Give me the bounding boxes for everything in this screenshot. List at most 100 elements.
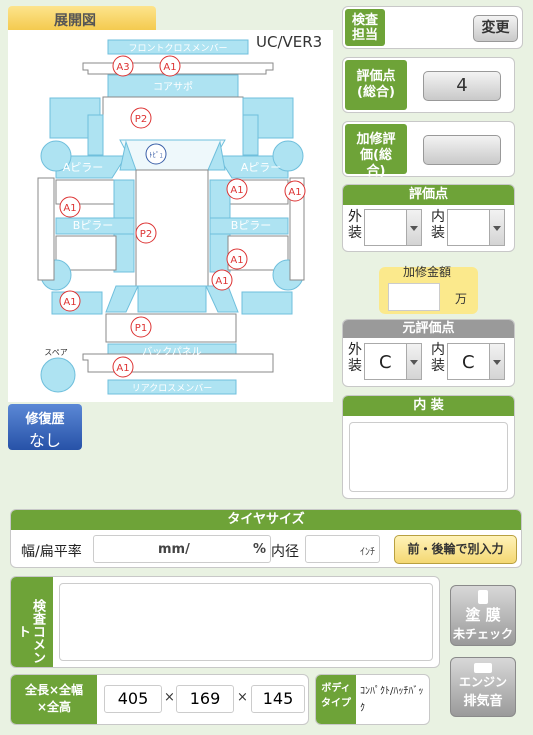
engine-button-line1: エンジン [458, 675, 507, 689]
damage-mark[interactable]: A1 [63, 297, 76, 308]
rear-cross-member-label: リアクロスメンバー [132, 383, 213, 394]
dimensions-panel: 全長×全幅×全高 405 × 169 × 145 [10, 674, 309, 725]
left-side-panel[interactable] [37, 177, 55, 281]
dimension-separator: × [164, 690, 175, 705]
score-exterior-label: 外装 [348, 209, 362, 241]
back-panel-label: バックパネル [142, 346, 202, 358]
comment-label: 検査コメント [11, 577, 53, 667]
trunk[interactable] [105, 313, 237, 343]
repair-score-label: 加修評価(総合) [345, 124, 407, 179]
repair-score-button[interactable] [423, 135, 501, 165]
overall-score-label: 評価点(総合) [345, 60, 407, 110]
original-interior-label: 内装 [431, 342, 445, 374]
tire-separate-button[interactable]: 前・後輪で別入力 [394, 535, 517, 564]
height-input[interactable]: 145 [251, 685, 305, 713]
core-support-label: コアサポ [153, 81, 193, 93]
damage-mark[interactable]: A1 [230, 255, 243, 266]
dimension-separator: × [237, 690, 248, 705]
right-a-pillar-label: Aピラー [241, 161, 282, 174]
tire-header: タイヤサイズ [11, 510, 521, 530]
right-apron[interactable] [242, 114, 259, 156]
damage-mark[interactable]: A1 [288, 187, 301, 198]
original-score-header: 元評価点 [343, 320, 514, 338]
damage-mark[interactable]: A1 [230, 185, 243, 196]
damage-mark[interactable]: A1 [63, 203, 76, 214]
right-rear-quarter[interactable] [241, 291, 293, 315]
tire-percent-unit: % [252, 542, 266, 557]
repair-amount-unit: 万 [455, 292, 468, 306]
car-damage-diagram[interactable]: フロントクロスメンバー コアサポ Aピラー Aピラー Bピラー Bピラー バック… [8, 30, 333, 402]
body-type-label: ボディタイプ [316, 675, 356, 724]
repair-amount-input[interactable] [388, 283, 440, 311]
right-b-pillar-label: Bピラー [231, 219, 272, 232]
damage-mark[interactable]: A1 [116, 363, 129, 374]
comment-label-text: 検査コメント [15, 598, 45, 664]
front-cross-member-label: フロントクロスメンバー [128, 43, 227, 54]
repair-history-value: なし [28, 431, 61, 450]
repair-amount-panel: 加修金額 万 [379, 259, 478, 314]
damage-mark[interactable]: P1 [135, 323, 147, 334]
diagram-version: UC/VER3 [256, 33, 323, 51]
comment-textarea[interactable] [59, 583, 433, 661]
interior-header: 内 装 [343, 396, 514, 416]
repair-history-button[interactable]: 修復歴 なし [8, 404, 82, 450]
chevron-down-icon [489, 344, 504, 379]
rear-window[interactable] [137, 285, 207, 313]
score-exterior-select[interactable] [364, 209, 422, 246]
width-input[interactable]: 169 [176, 685, 234, 713]
tire-width-input[interactable]: mm/ % [93, 535, 271, 563]
car-body-svg[interactable]: フロントクロスメンバー コアサポ Aピラー Aピラー Bピラー Bピラー バック… [8, 30, 333, 402]
repair-score-panel: 加修評価(総合) [342, 121, 515, 179]
original-exterior-select[interactable]: C [364, 343, 422, 380]
score-header: 評価点 [343, 185, 514, 205]
engine-sound-button[interactable]: エンジン 排気音 [450, 657, 516, 717]
overall-score-button[interactable]: 4 [423, 71, 501, 101]
spare-tire[interactable] [40, 357, 76, 393]
inspector-label: 検査担当 [345, 9, 385, 46]
tire-width-label: 幅/扁平率 [21, 544, 82, 560]
diagram-tab[interactable]: 展開図 [8, 6, 156, 32]
damage-mark[interactable]: A1 [163, 62, 176, 73]
tire-inner-input[interactable]: ｲﾝﾁ [305, 535, 380, 563]
repair-amount-label: 加修金額 [403, 265, 452, 279]
spare-label: スペア [44, 348, 67, 357]
original-exterior-label: 外装 [348, 342, 362, 374]
left-b-pillar-label: Bピラー [73, 219, 114, 232]
engine-icon [474, 663, 492, 673]
chevron-down-icon [406, 344, 421, 379]
paint-button-line1: 塗 膜 [465, 606, 501, 624]
paint-gun-icon [478, 590, 488, 604]
tire-inner-label: 内径 [271, 544, 299, 560]
interior-panel: 内 装 [342, 395, 515, 499]
original-exterior-value: C [379, 352, 392, 373]
score-interior-select[interactable] [447, 209, 505, 246]
damage-mark[interactable]: A3 [116, 62, 129, 73]
engine-button-line2: 排気音 [463, 694, 503, 709]
chevron-down-icon [489, 210, 504, 245]
windshield[interactable] [119, 139, 226, 171]
damage-mark[interactable]: P2 [135, 114, 147, 125]
score-panel: 評価点 外装 内装 [342, 184, 515, 252]
body-type-value[interactable]: ｺﾝﾊﾟｸﾄ/ﾊｯﾁﾊﾞｯｸ [360, 683, 428, 717]
paint-button-line2: 未チェック [452, 627, 513, 641]
body-type-panel: ボディタイプ ｺﾝﾊﾟｸﾄ/ﾊｯﾁﾊﾞｯｸ [315, 674, 430, 725]
left-c-pillar[interactable] [105, 285, 139, 313]
interior-textarea[interactable] [349, 422, 508, 492]
damage-mark[interactable]: P2 [140, 229, 152, 240]
tire-panel: タイヤサイズ 幅/扁平率 mm/ % 内径 ｲﾝﾁ 前・後輪で別入力 [10, 509, 522, 568]
left-a-pillar-label: Aピラー [63, 161, 104, 174]
length-input[interactable]: 405 [104, 685, 162, 713]
original-interior-select[interactable]: C [447, 343, 505, 380]
left-apron[interactable] [87, 114, 104, 156]
change-inspector-button[interactable]: 変更 [473, 15, 518, 42]
chevron-down-icon [406, 210, 421, 245]
original-interior-value: C [462, 352, 475, 373]
damage-mark[interactable]: A1 [215, 276, 228, 287]
repair-history-title: 修復歴 [25, 412, 65, 427]
paint-check-button[interactable]: 塗 膜 未チェック [450, 585, 516, 646]
pillar-mark-label: ﾄﾋﾟｭ [149, 151, 163, 159]
tire-mm-unit: mm/ [158, 542, 190, 557]
original-score-panel: 元評価点 外装 C 内装 C [342, 319, 515, 387]
dimensions-label: 全長×全幅×全高 [11, 675, 97, 724]
overall-score-panel: 評価点(総合) 4 [342, 57, 515, 113]
